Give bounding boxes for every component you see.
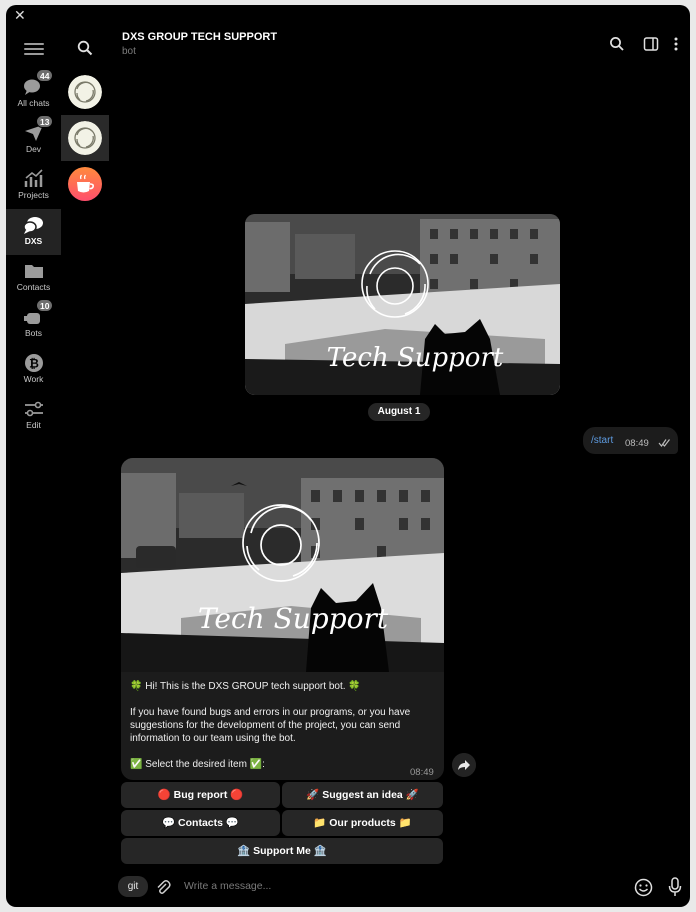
folder-sidebar: 44 All chats 13 Dev Projects DXS Contact… [6,29,61,907]
message-input[interactable]: Write a message... [184,880,271,892]
message-body[interactable]: 🍀 Hi! This is the DXS GROUP tech support… [130,680,435,780]
microphone-icon[interactable] [668,877,682,897]
folder-dxs[interactable]: DXS [6,209,61,255]
attach-icon[interactable] [155,879,171,895]
more-vertical-icon[interactable] [668,36,684,52]
chat-title[interactable]: DXS GROUP TECH SUPPORT [122,31,277,43]
forward-icon[interactable] [452,753,476,777]
photo-caption: Tech Support [198,602,389,635]
chat-panel: DXS GROUP TECH SUPPORT bot Tech Support [110,5,690,907]
folder-label: Work [23,374,44,384]
chart-icon [24,169,43,187]
tech-support-banner-image: Tech Support [245,214,560,395]
folder-work[interactable]: ₿ Work [6,347,61,393]
chat-item-selected[interactable] [61,115,109,161]
intro-photo[interactable]: Tech Support [245,214,560,395]
search-icon[interactable] [609,36,625,52]
folder-edit[interactable]: Edit [6,393,61,439]
folder-label: All chats [17,98,50,108]
folder-icon [25,265,43,278]
greeting-line: 🍀 Hi! This is the DXS GROUP tech support… [130,681,361,692]
unread-badge: 44 [36,69,54,82]
support-me-button[interactable]: 🏦 Support Me 🏦 [121,838,443,864]
folder-contacts[interactable]: Contacts [6,255,61,301]
unread-badge: 10 [36,299,54,312]
folder-projects[interactable]: Projects [6,163,61,209]
our-products-button[interactable]: 📁 Our products 📁 [282,810,443,836]
message-time: 08:49 [625,438,649,449]
git-chip[interactable]: git [118,876,148,897]
coffee-app-icon [68,167,102,201]
message-text[interactable]: /start [591,435,613,446]
chat-item[interactable] [61,161,109,207]
folder-label: Dev [25,144,42,154]
tech-support-photo: Tech Support [121,458,444,672]
folder-label: DXS [24,236,43,246]
description-paragraph: If you have found bugs and errors in our… [130,707,411,744]
sliders-icon [25,401,43,417]
svg-text:₿: ₿ [29,357,39,371]
close-icon[interactable]: ✕ [14,7,26,24]
folder-label: Bots [24,328,42,338]
contacts-button[interactable]: 💬 Contacts 💬 [121,810,280,836]
folder-all-chats[interactable]: 44 All chats [6,69,61,117]
chat-item[interactable] [61,69,109,115]
avatar [68,75,102,109]
suggest-idea-button[interactable]: 🚀 Suggest an idea 🚀 [282,782,443,808]
date-separator: August 1 [368,403,430,421]
avatar [68,121,102,155]
outgoing-message[interactable]: /start 08:49 [583,427,678,454]
bitcoin-icon: ₿ [25,354,43,372]
folder-label: Contacts [16,282,51,292]
unread-badge: 13 [36,115,54,128]
read-checkmarks-icon [658,439,670,447]
folder-label: Edit [26,420,41,430]
prompt-line: ✅ Select the desired item ✅: [130,759,265,770]
hamburger-menu-icon[interactable] [24,43,44,57]
app-window: ✕ 44 All chats 13 Dev Projects DXS Conta… [6,5,690,907]
chat-list [61,29,110,907]
search-icon[interactable] [77,40,93,56]
message-time: 08:49 [410,767,434,778]
chat-bubbles-icon [23,217,43,234]
folder-label: Projects [18,190,49,200]
message-composer: git Write a message... [110,869,690,907]
sidebar-toggle-icon[interactable] [643,36,659,52]
incoming-message[interactable]: Tech Support 🍀 Hi! This is the DXS GROUP… [121,458,444,780]
banner-caption: Tech Support [327,343,504,373]
emoji-icon[interactable] [634,878,653,897]
bug-report-button[interactable]: 🔴 Bug report 🔴 [121,782,280,808]
chat-subtitle: bot [122,46,136,57]
folder-dev[interactable]: 13 Dev [6,115,61,163]
folder-bots[interactable]: 10 Bots [6,299,61,347]
